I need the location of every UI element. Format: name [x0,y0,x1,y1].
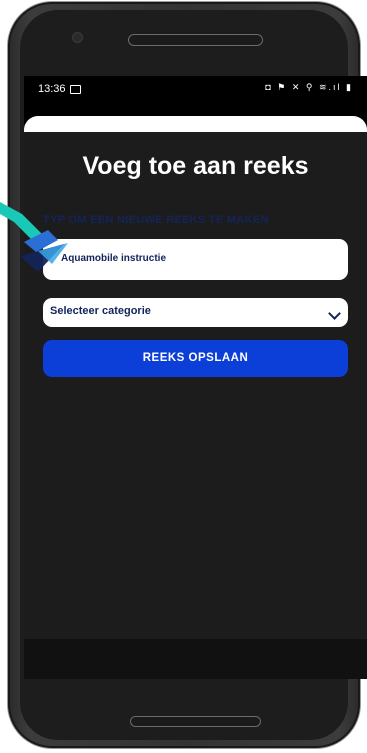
screen: 13:36 ◘ ⚑ ✕ ⚲ ≋.ıl ▮ Voeg toe aan reeks … [24,76,367,679]
category-select-label: Selecteer categorie [50,305,151,317]
sheet-top-edge [24,116,367,132]
status-icons: ◘ ⚑ ✕ ⚲ ≋.ıl ▮ [265,82,353,92]
pointer-arrow-icon [0,202,68,272]
status-bar: 13:36 ◘ ⚑ ✕ ⚲ ≋.ıl ▮ [24,76,367,104]
front-camera [73,33,82,42]
series-name-value: Aquamobile instructie [61,253,167,264]
new-series-hint: TYP OM EEN NIEUWE REEKS TE MAKEN [43,214,269,226]
save-series-button[interactable]: REEKS OPSLAAN [43,340,348,377]
image-notification-icon [70,85,81,94]
home-indicator[interactable] [130,716,261,727]
earpiece-speaker [128,34,263,46]
page-title: Voeg toe aan reeks [82,152,309,180]
bottom-overlay [24,639,367,679]
add-to-series-sheet [24,116,367,679]
status-time: 13:36 [38,83,66,95]
